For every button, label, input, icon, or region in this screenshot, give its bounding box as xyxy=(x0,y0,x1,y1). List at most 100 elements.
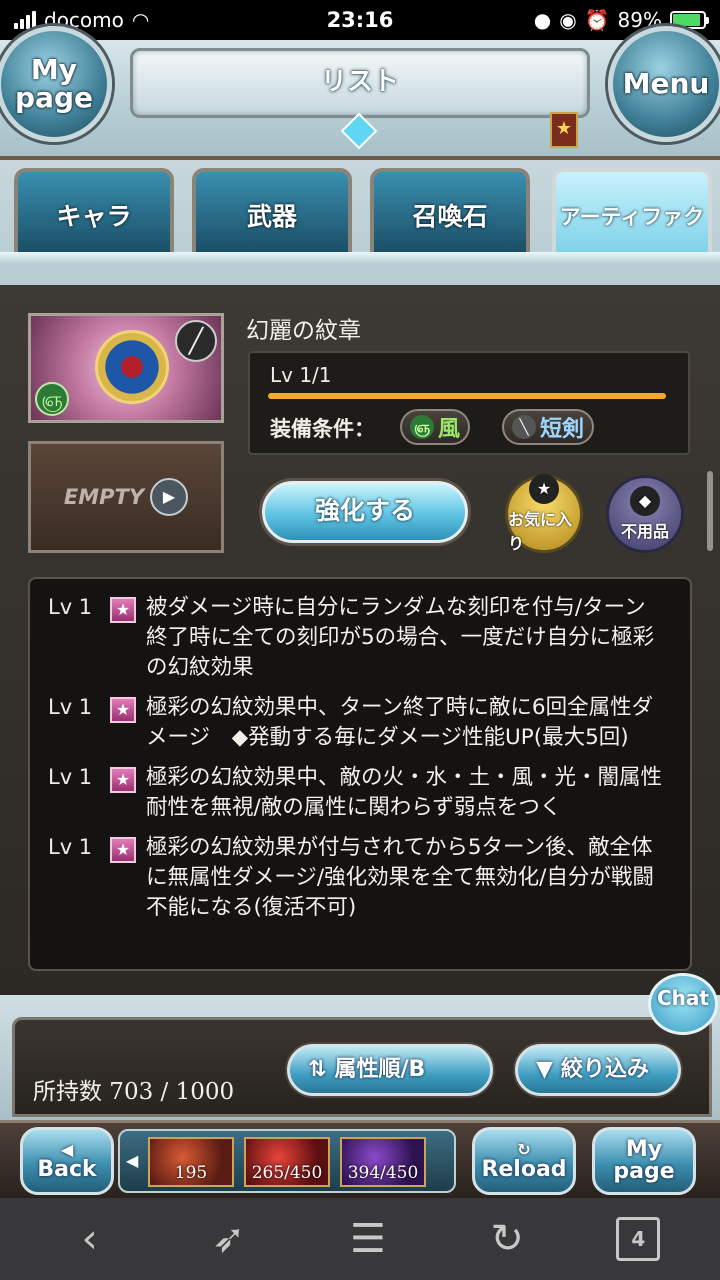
weapon-type-tag: ╲ 短剣 xyxy=(502,409,595,445)
lock-rotation-icon: ◉ xyxy=(559,8,577,32)
dagger-icon: ╲ xyxy=(512,415,536,439)
star-icon: ★ xyxy=(110,767,136,793)
menu-icon[interactable]: ☰ xyxy=(338,1216,398,1262)
tab-chara[interactable]: キャラ xyxy=(14,168,174,252)
filter-icon: ▼ xyxy=(536,1057,553,1082)
unused-icon: ◆ xyxy=(630,486,660,516)
favorite-button[interactable]: ★ お気に入り xyxy=(505,474,583,553)
artifact-name: 幻麗の紋章 xyxy=(246,318,361,344)
back-chevron-icon[interactable]: ‹ xyxy=(60,1216,120,1262)
tab-chara-label: キャラ xyxy=(56,202,132,231)
chat-label: Chat xyxy=(657,986,709,1010)
favorite-label: お気に入り xyxy=(508,510,573,553)
star-icon: ★ xyxy=(110,837,136,863)
status-bar: docomo ◠ 23:16 ● ◉ ⏰ 89% xyxy=(0,0,720,40)
gauge-value: 265/450 xyxy=(251,1163,323,1183)
element-tag-label: 風 xyxy=(438,417,461,442)
clock: 23:16 xyxy=(326,8,394,32)
gauge-item[interactable]: 394/450 xyxy=(340,1137,426,1187)
empty-slot[interactable]: EMPTY ▶ xyxy=(28,441,224,553)
header: リスト ★ My page Menu xyxy=(0,26,720,160)
tab-weapon[interactable]: 武器 xyxy=(192,168,352,252)
reload-label: Reload xyxy=(481,1157,567,1182)
tabs-base xyxy=(0,252,720,264)
unused-label: 不用品 xyxy=(620,522,669,541)
mypage-label-line1: My xyxy=(30,53,78,86)
sort-button[interactable]: ⇅ 属性順/B xyxy=(287,1044,493,1096)
skill-level: Lv 1 xyxy=(48,595,93,619)
tray-arrow-icon: ◀ xyxy=(126,1151,139,1170)
skill-row: Lv 1 ★ 極彩の幻紋効果中、ターン終了時に敵に6回全属性ダメージ ◆発動する… xyxy=(48,693,680,753)
play-icon: ▶ xyxy=(150,478,189,516)
skill-level: Lv 1 xyxy=(48,695,93,719)
menu-button[interactable]: Menu xyxy=(608,26,720,142)
enhance-button[interactable]: 強化する xyxy=(262,481,468,543)
game-nav-bar: ◀ Back ◀ 195 265/450 394/450 ↻ Reload My… xyxy=(0,1120,720,1198)
filter-label: 絞り込み xyxy=(560,1057,649,1082)
scrollbar[interactable] xyxy=(707,471,713,551)
gauge-value: 394/450 xyxy=(347,1163,419,1183)
wind-icon: ஞ xyxy=(410,415,434,439)
skill-level: Lv 1 xyxy=(48,765,93,789)
tab-summon-label: 召喚石 xyxy=(412,202,488,231)
back-button[interactable]: ◀ Back xyxy=(20,1127,114,1195)
unused-button[interactable]: ◆ 不用品 xyxy=(606,475,684,553)
tab-count-button[interactable]: 4 xyxy=(616,1217,661,1261)
skill-description: 極彩の幻紋効果中、敵の火・水・土・風・光・闇属性耐性を無視/敵の属性に関わらず弱… xyxy=(146,765,663,820)
tab-summon[interactable]: 召喚石 xyxy=(370,168,530,252)
skill-level: Lv 1 xyxy=(48,835,93,859)
skill-description: 極彩の幻紋効果が付与されてから5ターン後、敵全体に無属性ダメージ/強化効果を全て… xyxy=(146,835,654,920)
gauge-tray[interactable]: ◀ 195 265/450 394/450 xyxy=(118,1129,456,1193)
signal-icon xyxy=(14,11,36,29)
page-title: リスト xyxy=(320,67,399,97)
star-icon: ★ xyxy=(110,697,136,723)
mypage-bottom-line1: My xyxy=(625,1137,663,1162)
filter-button[interactable]: ▼ 絞り込み xyxy=(515,1044,681,1096)
tab-artifact[interactable]: アーティファクト xyxy=(552,168,712,319)
enhance-label: 強化する xyxy=(314,496,415,525)
star-icon: ★ xyxy=(110,597,136,623)
skill-description: 極彩の幻紋効果中、ターン終了時に敵に6回全属性ダメージ ◆発動する毎にダメージ性… xyxy=(146,695,654,750)
skill-row: Lv 1 ★ 極彩の幻紋効果中、敵の火・水・土・風・光・闇属性耐性を無視/敵の属… xyxy=(48,763,680,823)
list-footer: 所持数 703 / 1000 ⇅ 属性順/B ▼ 絞り込み Chat xyxy=(0,973,720,1120)
mypage-label-line2: page xyxy=(15,81,93,114)
user-icon: ● xyxy=(533,8,552,32)
weapon-type-label: 短剣 xyxy=(540,417,585,442)
wifi-icon: ◠ xyxy=(131,8,150,32)
header-plate: リスト xyxy=(130,48,590,118)
equip-condition-label: 装備条件： xyxy=(270,417,375,441)
browser-toolbar: ‹ ➶ ☰ ↻ 4 xyxy=(0,1198,720,1280)
sort-label: 属性順/B xyxy=(334,1057,426,1082)
back-label: Back xyxy=(37,1157,97,1182)
element-tag: ஞ 風 xyxy=(400,409,471,445)
dagger-icon: ╱ xyxy=(175,320,217,362)
artifact-image[interactable]: ╱ ஞ xyxy=(28,313,224,423)
level-box: Lv 1/1 装備条件： ஞ 風 ╲ 短剣 xyxy=(248,351,690,455)
reload-button[interactable]: ↻ Reload xyxy=(472,1127,576,1195)
emblem-icon xyxy=(95,330,169,404)
menu-label: Menu xyxy=(622,67,710,100)
alarm-icon: ⏰ xyxy=(584,8,610,32)
star-badge-icon[interactable]: ★ xyxy=(550,112,578,148)
level-progress-bar xyxy=(268,393,666,399)
star-icon: ★ xyxy=(529,474,559,504)
skill-row: Lv 1 ★ 極彩の幻紋効果が付与されてから5ターン後、敵全体に無属性ダメージ/… xyxy=(48,833,680,923)
skill-description: 被ダメージ時に自分にランダムな刻印を付与/ターン終了時に全ての刻印が5の場合、一… xyxy=(146,595,655,680)
refresh-icon[interactable]: ↻ xyxy=(477,1216,537,1262)
chat-button[interactable]: Chat xyxy=(648,973,718,1035)
owned-panel: 所持数 703 / 1000 ⇅ 属性順/B ▼ 絞り込み xyxy=(12,1017,712,1117)
tab-weapon-label: 武器 xyxy=(246,202,297,231)
header-gem-ornament xyxy=(340,112,378,150)
mypage-bottom-button[interactable]: My page xyxy=(592,1127,696,1195)
gauge-value: 195 xyxy=(174,1163,208,1183)
owned-count: 所持数 703 / 1000 xyxy=(33,1079,235,1105)
mypage-button[interactable]: My page xyxy=(0,26,112,142)
rocket-icon[interactable]: ➶ xyxy=(199,1216,259,1262)
gauge-item[interactable]: 195 xyxy=(148,1137,234,1187)
category-tabs: キャラ 武器 召喚石 アーティファクト xyxy=(0,160,720,319)
empty-label: EMPTY xyxy=(63,485,145,509)
gauge-item[interactable]: 265/450 xyxy=(244,1137,330,1187)
sort-icon: ⇅ xyxy=(308,1057,327,1082)
skills-list: Lv 1 ★ 被ダメージ時に自分にランダムな刻印を付与/ターン終了時に全ての刻印… xyxy=(28,577,692,971)
mypage-bottom-line2: page xyxy=(613,1159,675,1184)
